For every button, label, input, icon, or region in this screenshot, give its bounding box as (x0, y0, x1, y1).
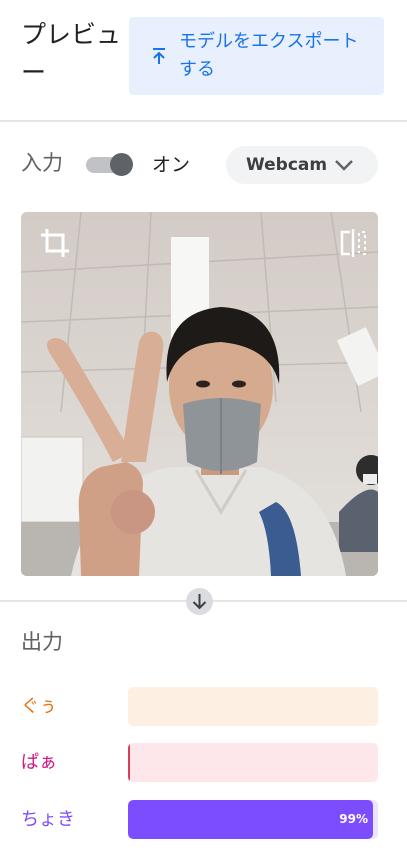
page-title: プレビュー (21, 20, 122, 87)
output-section-label: 出力 (21, 630, 63, 654)
webcam-preview (21, 212, 378, 576)
input-section-label: 入力 (21, 151, 63, 175)
input-toggle[interactable] (86, 152, 134, 178)
export-button-label: モデルをエクスポートする (179, 31, 359, 80)
toggle-state-label: オン (152, 154, 191, 176)
confidence-bar-fill (128, 743, 130, 782)
arrow-down-icon (192, 594, 207, 610)
flip-horizontal-icon[interactable] (339, 229, 367, 257)
class-label: ちょき (21, 809, 75, 830)
header-divider (0, 120, 407, 122)
webcam-image (21, 212, 378, 576)
input-source-dropdown[interactable]: Webcam (226, 146, 378, 184)
confidence-bar: 99% (128, 800, 378, 839)
confidence-percent: 99% (339, 812, 368, 826)
chevron-down-icon (335, 160, 353, 171)
dropdown-selected-value: Webcam (246, 155, 328, 175)
export-model-button[interactable]: モデルをエクスポートする (129, 17, 384, 95)
class-label: ぱぁ (21, 752, 57, 773)
upload-icon (153, 48, 165, 64)
crop-icon[interactable] (39, 227, 71, 259)
class-label: ぐぅ (21, 696, 57, 717)
confidence-bar (128, 743, 378, 782)
toggle-knob (110, 153, 133, 176)
down-arrow-circle (186, 588, 213, 615)
confidence-bar-fill (128, 800, 373, 839)
confidence-bar (128, 687, 378, 726)
